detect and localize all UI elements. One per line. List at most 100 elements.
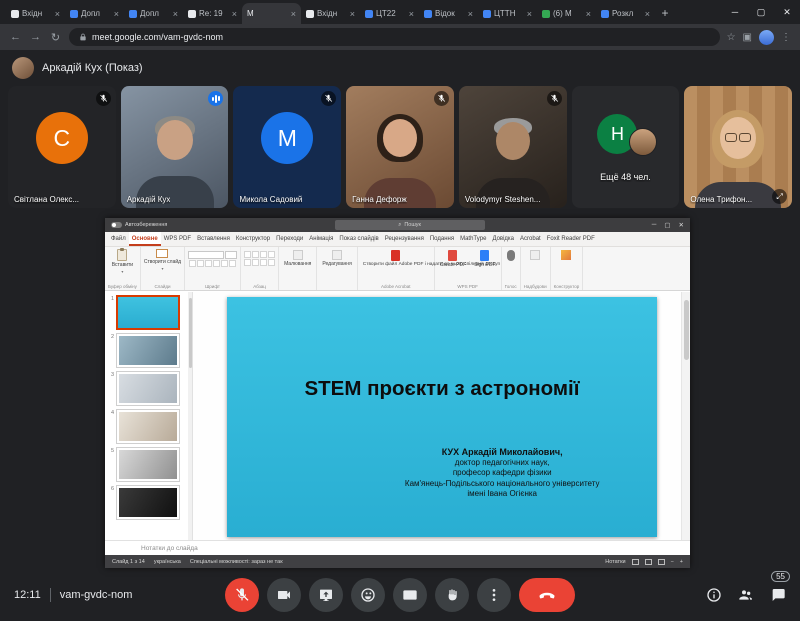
slide-thumbnail[interactable]: 4 [107, 409, 190, 444]
browser-menu-icon[interactable]: ⋮ [781, 32, 791, 43]
zoom-in-icon[interactable]: + [680, 559, 683, 565]
browser-tab[interactable]: Відок [419, 3, 478, 24]
accessibility-status[interactable]: Спеціальні можливості: зараз не так [190, 559, 283, 565]
font-color-button[interactable] [229, 260, 236, 267]
participant-tile[interactable]: Аркадій Кух [121, 86, 229, 208]
zoom-out-icon[interactable]: − [671, 559, 674, 565]
minimize-button[interactable]: ─ [722, 0, 748, 24]
align-right-button[interactable] [260, 259, 267, 266]
tab-close-icon[interactable] [527, 9, 532, 19]
dictate-button[interactable] [505, 249, 517, 262]
slide-thumbnail[interactable]: 5 [107, 447, 190, 482]
extensions-icon[interactable]: ▣ [743, 32, 752, 43]
ribbon-tab[interactable]: Довідка [489, 232, 517, 246]
tab-close-icon[interactable] [55, 9, 60, 19]
current-slide[interactable]: STEM проєкти з астрономії КУХ Аркадій Ми… [227, 297, 657, 537]
more-options-button[interactable] [477, 578, 511, 612]
align-left-button[interactable] [244, 259, 251, 266]
ribbon-tab-home[interactable]: Основне [129, 232, 161, 246]
ribbon-tab[interactable]: Вставлення [194, 232, 233, 246]
ribbon-tab[interactable]: WPS PDF [161, 232, 194, 246]
tab-close-icon[interactable] [173, 9, 178, 19]
participants-icon[interactable] [738, 587, 754, 603]
numbering-button[interactable] [252, 251, 259, 258]
browser-tab[interactable]: ЦТ22 [360, 3, 419, 24]
browser-tab[interactable]: Вхідн [301, 3, 360, 24]
new-tab-button[interactable] [655, 3, 675, 23]
ribbon-tab[interactable]: Конструктор [233, 232, 273, 246]
ribbon-tab[interactable]: Рецензування [382, 232, 427, 246]
addins-button[interactable] [528, 249, 542, 261]
forward-icon[interactable]: → [29, 31, 42, 43]
align-center-button[interactable] [252, 259, 259, 266]
spacing-button[interactable] [268, 251, 275, 258]
font-name-box[interactable] [188, 251, 224, 259]
ribbon-tab[interactable]: Foxit Reader PDF [544, 232, 598, 246]
back-icon[interactable]: ← [9, 31, 22, 43]
bullets-button[interactable] [244, 251, 251, 258]
raise-hand-button[interactable] [435, 578, 469, 612]
mic-toggle-button[interactable] [225, 578, 259, 612]
ppt-maximize-button[interactable]: ▢ [664, 221, 670, 229]
end-call-button[interactable] [519, 578, 575, 612]
browser-tab[interactable]: Вхідн [6, 3, 65, 24]
ribbon-tab-file[interactable]: Файл [108, 232, 129, 246]
ribbon-tab[interactable]: Переходи [273, 232, 306, 246]
participant-tile[interactable]: Volodymyr Steshen... [459, 86, 567, 208]
ribbon-tab[interactable]: Acrobat [517, 232, 544, 246]
designer-button[interactable] [559, 249, 573, 261]
underline-button[interactable] [205, 260, 212, 267]
notes-pane[interactable]: Нотатки до слайда [105, 540, 690, 555]
slideshow-icon[interactable] [658, 559, 665, 565]
browser-tab[interactable]: Допл [124, 3, 183, 24]
font-size-box[interactable] [225, 251, 237, 259]
bookmark-star-icon[interactable]: ☆ [727, 32, 736, 43]
chat-icon[interactable] [770, 587, 786, 603]
editing-button[interactable]: Редагування [320, 249, 353, 269]
thumbnail-scrollbar[interactable] [188, 292, 192, 540]
present-screen-button[interactable] [309, 578, 343, 612]
ppt-search-box[interactable]: ⌕Пошук [335, 220, 485, 230]
create-pdf-button[interactable]: Create PDF [438, 249, 468, 269]
participant-tile[interactable]: С Світлана Олекс... [8, 86, 116, 208]
shadow-button[interactable] [221, 260, 228, 267]
canvas-scrollbar[interactable] [681, 292, 690, 540]
reload-icon[interactable]: ↻ [49, 31, 62, 44]
close-button[interactable]: ✕ [774, 0, 800, 24]
participant-tile[interactable]: Ганна Дефорж [346, 86, 454, 208]
captions-button[interactable] [393, 578, 427, 612]
ribbon-tab[interactable]: Показ слайдів [336, 232, 381, 246]
drawing-button[interactable]: Малювання [282, 249, 313, 269]
browser-tab-active-meet[interactable]: M [242, 3, 301, 24]
browser-tab[interactable]: Допл [65, 3, 124, 24]
reactions-button[interactable] [351, 578, 385, 612]
participant-tile[interactable]: Олена Трифон... [684, 86, 792, 208]
indent-button[interactable] [260, 251, 267, 258]
scrollbar-thumb[interactable] [684, 300, 689, 360]
meeting-info-icon[interactable] [706, 587, 722, 603]
slide-sorter-icon[interactable] [645, 559, 652, 565]
create-adobe-pdf-button[interactable]: Створити файл Adobe PDF і надати до ньог… [361, 249, 431, 269]
participant-tile[interactable]: М Микола Садовий [233, 86, 341, 208]
slide-canvas[interactable]: STEM проєкти з астрономії КУХ Аркадій Ми… [193, 292, 690, 540]
paste-button[interactable]: Вставити [112, 249, 133, 275]
browser-tab[interactable]: Розкл [596, 3, 655, 24]
tab-close-icon[interactable] [586, 9, 591, 19]
strikethrough-button[interactable] [213, 260, 220, 267]
tab-close-icon[interactable] [409, 9, 414, 19]
autosave-toggle[interactable]: Автозбереження [111, 222, 167, 228]
italic-button[interactable] [197, 260, 204, 267]
camera-toggle-button[interactable] [267, 578, 301, 612]
notes-toggle[interactable]: Нотатки [605, 559, 625, 565]
tab-close-icon[interactable] [232, 9, 237, 19]
browser-tab[interactable]: Re: 19 [183, 3, 242, 24]
browser-tab[interactable]: ЦТТН [478, 3, 537, 24]
tab-close-icon[interactable] [645, 9, 650, 19]
tab-close-icon[interactable] [291, 9, 296, 19]
maximize-button[interactable]: ▢ [748, 0, 774, 24]
ribbon-tab[interactable]: Подання [427, 232, 457, 246]
profile-avatar[interactable] [759, 30, 774, 45]
language-indicator[interactable]: українська [154, 559, 181, 565]
slide-thumbnail[interactable]: 6 [107, 485, 190, 520]
new-slide-button[interactable]: Створити слайд [144, 249, 181, 272]
